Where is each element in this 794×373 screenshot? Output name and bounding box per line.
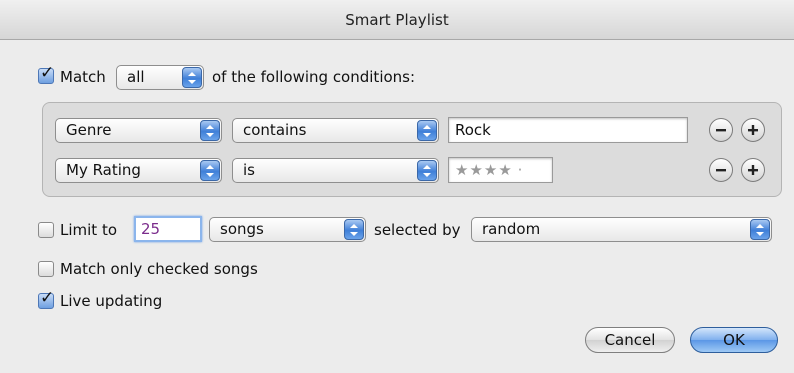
condition-1-operator: contains (243, 121, 307, 139)
popup-arrows-icon (182, 67, 202, 88)
popup-arrows-icon (200, 120, 220, 141)
condition-2-field: My Rating (66, 161, 141, 179)
rating-stars: ★★★★ (455, 161, 513, 179)
limit-unit-value: songs (220, 220, 264, 238)
match-suffix: of the following conditions: (212, 68, 416, 86)
match-checked-checkbox[interactable] (38, 261, 54, 277)
match-checkbox[interactable]: ✓ (38, 63, 54, 84)
smart-playlist-dialog: ✓ Match all of the following conditions:… (0, 41, 794, 373)
popup-arrows-icon (417, 120, 437, 141)
match-checked-label: Match only checked songs (60, 260, 258, 278)
match-mode-value: all (127, 68, 145, 86)
popup-arrows-icon (417, 160, 437, 181)
condition-2-remove-button[interactable] (709, 158, 733, 182)
limit-unit-popup[interactable]: songs (209, 217, 366, 242)
checkmark-icon: ✓ (40, 288, 55, 308)
window-title: Smart Playlist (0, 0, 794, 40)
match-label: Match (60, 68, 106, 86)
popup-arrows-icon (750, 219, 770, 240)
selected-by-value: random (482, 220, 541, 238)
condition-1-remove-button[interactable] (709, 118, 733, 142)
condition-2-operator: is (243, 161, 255, 179)
condition-2-add-button[interactable] (741, 158, 765, 182)
condition-2-operator-popup[interactable]: is (232, 158, 439, 183)
live-updating-checkbox[interactable]: ✓ (38, 288, 54, 309)
plus-icon (748, 125, 758, 135)
minus-icon (716, 129, 726, 132)
checkmark-icon: ✓ (40, 63, 55, 83)
condition-2-rating-field[interactable]: ★★★★ · (448, 157, 553, 183)
match-mode-popup[interactable]: all (116, 65, 204, 90)
selected-by-popup[interactable]: random (471, 217, 772, 242)
limit-checkbox[interactable] (38, 222, 54, 238)
condition-1-operator-popup[interactable]: contains (232, 118, 439, 143)
limit-label: Limit to (60, 221, 118, 239)
condition-1-field-popup[interactable]: Genre (55, 118, 222, 143)
selected-by-label: selected by (374, 221, 461, 239)
condition-1-value-field[interactable]: Rock (448, 117, 688, 143)
minus-icon (716, 169, 726, 172)
conditions-box: Genre contains Rock My Rating is ★★★★ · (42, 102, 782, 197)
limit-value-field[interactable]: 25 (134, 216, 202, 242)
cancel-button[interactable]: Cancel (585, 327, 675, 353)
popup-arrows-icon (200, 160, 220, 181)
condition-1-add-button[interactable] (741, 118, 765, 142)
condition-2-field-popup[interactable]: My Rating (55, 158, 222, 183)
popup-arrows-icon (344, 219, 364, 240)
ok-button[interactable]: OK (690, 327, 778, 353)
live-updating-label: Live updating (60, 292, 163, 310)
rating-empty-dot: · (517, 161, 524, 179)
plus-icon (748, 165, 758, 175)
condition-1-field: Genre (66, 121, 112, 139)
